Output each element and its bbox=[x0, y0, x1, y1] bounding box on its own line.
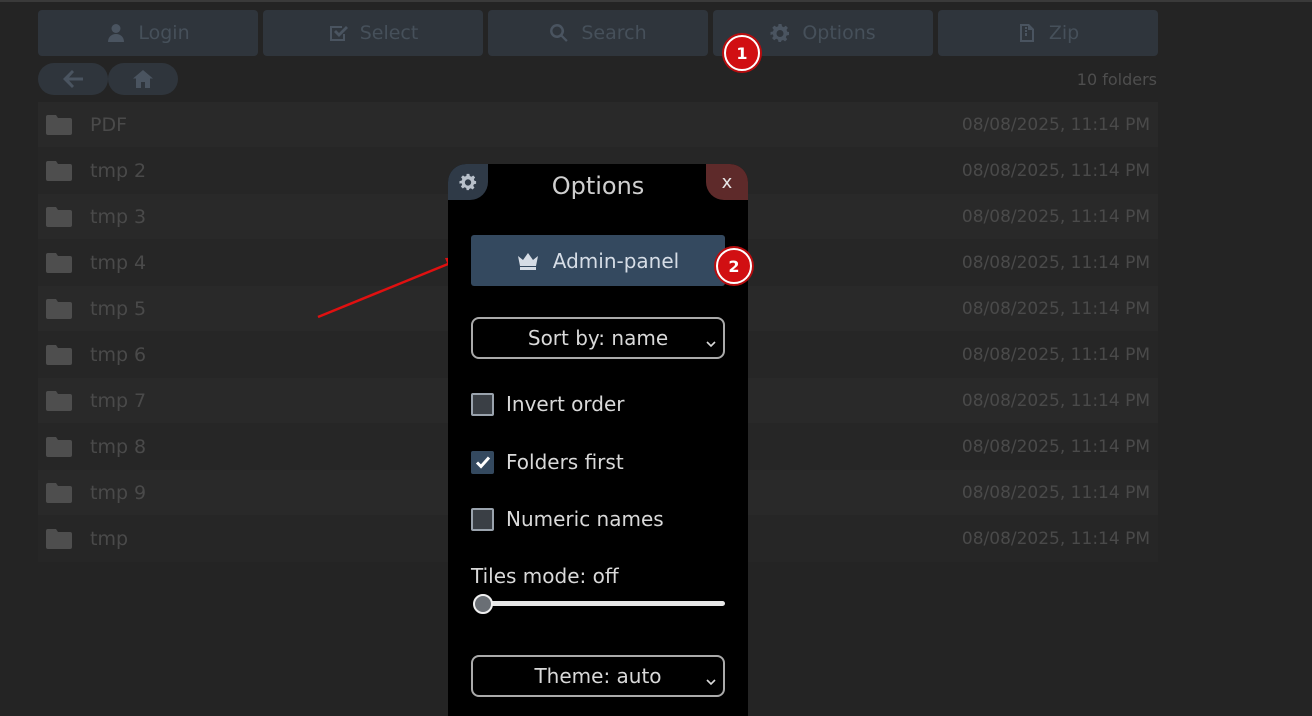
file-date: 08/08/2025, 11:14 PM bbox=[961, 160, 1150, 181]
folder-count: 10 folders bbox=[1076, 70, 1157, 89]
tiles-slider-thumb[interactable] bbox=[473, 594, 493, 614]
nav-row bbox=[38, 63, 178, 95]
folder-icon bbox=[46, 528, 72, 549]
file-date: 08/08/2025, 11:14 PM bbox=[961, 482, 1150, 503]
options-dialog: Options x Admin-panel Sort by: name Inve… bbox=[448, 164, 748, 716]
file-date: 08/08/2025, 11:14 PM bbox=[961, 344, 1150, 365]
admin-panel-button[interactable]: Admin-panel bbox=[471, 235, 725, 286]
gear-icon bbox=[770, 24, 790, 42]
search-icon bbox=[550, 24, 569, 42]
arrow-left-icon bbox=[63, 70, 83, 88]
select-button[interactable]: Select bbox=[263, 10, 483, 56]
back-button[interactable] bbox=[38, 63, 108, 95]
zip-button[interactable]: Zip bbox=[938, 10, 1158, 56]
step-marker-1: 1 bbox=[724, 35, 760, 71]
checkmark-icon bbox=[475, 456, 490, 469]
login-label: Login bbox=[138, 22, 190, 44]
invert-order-option[interactable]: Invert order bbox=[471, 392, 624, 416]
search-label: Search bbox=[581, 22, 647, 44]
list-item[interactable]: PDF 08/08/2025, 11:14 PM bbox=[38, 102, 1158, 148]
folders-first-label: Folders first bbox=[506, 450, 624, 474]
dialog-title: Options bbox=[551, 172, 645, 200]
close-button[interactable]: x bbox=[706, 164, 748, 200]
folders-first-option[interactable]: Folders first bbox=[471, 450, 624, 474]
folder-icon bbox=[46, 482, 72, 503]
folder-icon bbox=[46, 160, 72, 181]
file-name: PDF bbox=[90, 113, 128, 136]
home-icon bbox=[133, 70, 153, 88]
file-date: 08/08/2025, 11:14 PM bbox=[961, 298, 1150, 319]
theme-select-value: Theme: auto bbox=[534, 664, 662, 688]
sort-select-value: Sort by: name bbox=[527, 326, 669, 350]
folder-icon bbox=[46, 390, 72, 411]
chevron-down-icon bbox=[705, 669, 717, 686]
file-date: 08/08/2025, 11:14 PM bbox=[961, 528, 1150, 549]
tiles-mode-label: Tiles mode: off bbox=[471, 564, 619, 588]
theme-select[interactable]: Theme: auto bbox=[471, 655, 725, 697]
step-marker-2: 2 bbox=[716, 248, 752, 284]
admin-panel-label: Admin-panel bbox=[552, 248, 680, 273]
invert-order-label: Invert order bbox=[506, 392, 625, 416]
zip-label: Zip bbox=[1048, 22, 1080, 44]
folders-first-checkbox[interactable] bbox=[471, 450, 494, 474]
file-date: 08/08/2025, 11:14 PM bbox=[961, 252, 1150, 273]
checkbox-icon bbox=[329, 26, 348, 41]
search-button[interactable]: Search bbox=[488, 10, 708, 56]
folder-icon bbox=[46, 436, 72, 457]
numeric-names-label: Numeric names bbox=[506, 507, 664, 531]
file-date: 08/08/2025, 11:14 PM bbox=[961, 114, 1150, 135]
tiles-slider-track[interactable] bbox=[475, 601, 725, 606]
zip-file-icon bbox=[1019, 24, 1034, 42]
crown-icon bbox=[517, 252, 538, 270]
user-icon bbox=[108, 24, 125, 42]
folder-icon bbox=[46, 298, 72, 319]
file-date: 08/08/2025, 11:14 PM bbox=[961, 390, 1150, 411]
options-label: Options bbox=[802, 22, 876, 44]
invert-order-checkbox[interactable] bbox=[471, 392, 494, 416]
numeric-names-option[interactable]: Numeric names bbox=[471, 507, 664, 531]
numeric-names-checkbox[interactable] bbox=[471, 507, 494, 531]
file-date: 08/08/2025, 11:14 PM bbox=[961, 436, 1150, 457]
folder-icon bbox=[46, 206, 72, 227]
folder-icon bbox=[46, 114, 72, 135]
toolbar: Login Select Search Options Zip bbox=[38, 10, 1158, 56]
top-border bbox=[0, 0, 1312, 2]
folder-icon bbox=[46, 252, 72, 273]
sort-select[interactable]: Sort by: name bbox=[471, 317, 725, 359]
chevron-down-icon bbox=[705, 331, 717, 348]
folder-icon bbox=[46, 344, 72, 365]
select-label: Select bbox=[359, 22, 419, 44]
login-button[interactable]: Login bbox=[38, 10, 258, 56]
file-date: 08/08/2025, 11:14 PM bbox=[961, 206, 1150, 227]
home-button[interactable] bbox=[108, 63, 178, 95]
